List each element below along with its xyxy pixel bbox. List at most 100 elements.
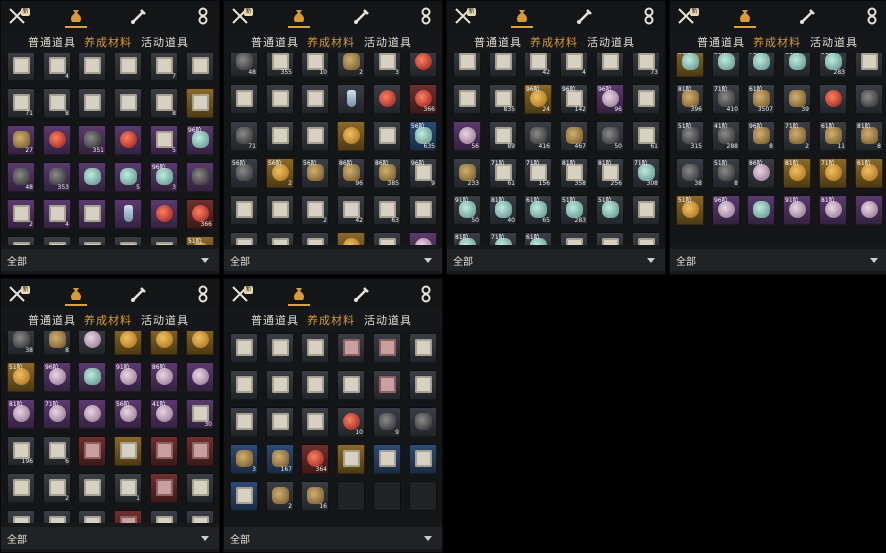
item-slot[interactable]: 10: [301, 53, 329, 77]
item-slot[interactable]: 10: [337, 407, 365, 437]
brush-icon[interactable]: [352, 6, 372, 26]
item-slot[interactable]: [266, 121, 294, 151]
item-slot[interactable]: 366: [409, 84, 437, 114]
item-slot[interactable]: 56阶 2: [266, 158, 294, 188]
item-slot[interactable]: 4: [43, 199, 71, 229]
item-slot[interactable]: 4: [560, 53, 588, 77]
item-slot[interactable]: 91阶 50: [453, 195, 481, 225]
brush-icon[interactable]: [798, 6, 818, 26]
item-slot[interactable]: [855, 53, 883, 77]
item-slot[interactable]: 48: [7, 162, 35, 192]
item-slot[interactable]: [78, 510, 106, 523]
item-slot[interactable]: 364: [301, 444, 329, 474]
item-slot[interactable]: [78, 436, 106, 466]
item-slot[interactable]: 71: [230, 121, 258, 151]
item-slot[interactable]: 467: [560, 121, 588, 151]
item-slot[interactable]: [373, 370, 401, 400]
pouch-icon[interactable]: [735, 6, 755, 26]
subtab-1[interactable]: 养成材料: [84, 34, 132, 50]
item-slot[interactable]: [301, 333, 329, 363]
chain-icon[interactable]: [416, 6, 436, 26]
item-slot[interactable]: [337, 121, 365, 151]
subtab-0[interactable]: 普通道具: [28, 312, 76, 328]
item-slot[interactable]: [489, 53, 517, 77]
item-slot[interactable]: [373, 121, 401, 151]
subtab-2[interactable]: 活动道具: [587, 34, 635, 50]
crossed-swords-icon[interactable]: 新: [7, 284, 30, 304]
item-slot[interactable]: [596, 53, 624, 77]
item-slot[interactable]: [78, 236, 106, 245]
item-slot[interactable]: 61: [632, 121, 660, 151]
item-slot[interactable]: [747, 195, 775, 225]
item-slot[interactable]: 86阶: [747, 158, 775, 188]
item-slot[interactable]: 5: [114, 162, 142, 192]
item-slot[interactable]: 2: [337, 53, 365, 77]
item-slot[interactable]: [150, 436, 178, 466]
item-slot[interactable]: [230, 407, 258, 437]
item-slot[interactable]: 30: [186, 399, 214, 429]
item-slot[interactable]: 39: [783, 84, 811, 114]
item-slot[interactable]: 233: [453, 158, 481, 188]
item-slot[interactable]: [409, 333, 437, 363]
item-slot[interactable]: 51阶: [596, 195, 624, 225]
item-slot[interactable]: 61阶 11: [819, 121, 847, 151]
item-slot[interactable]: [301, 370, 329, 400]
item-slot[interactable]: [373, 333, 401, 363]
subtab-2[interactable]: 活动道具: [810, 34, 858, 50]
crossed-swords-icon[interactable]: 新: [676, 6, 699, 26]
item-slot[interactable]: [186, 53, 214, 81]
item-slot[interactable]: 355: [266, 53, 294, 77]
subtab-2[interactable]: 活动道具: [364, 34, 412, 50]
filter-dropdown[interactable]: 全部: [224, 249, 442, 271]
item-slot[interactable]: [78, 362, 106, 392]
item-slot[interactable]: 56阶 635: [409, 121, 437, 151]
item-slot[interactable]: 96阶 96: [596, 84, 624, 114]
item-slot[interactable]: 71阶: [43, 399, 71, 429]
brush-icon[interactable]: [575, 6, 595, 26]
item-slot[interactable]: [301, 121, 329, 151]
item-slot[interactable]: 196: [7, 436, 35, 466]
item-slot[interactable]: [78, 331, 106, 355]
item-slot[interactable]: 2: [43, 473, 71, 503]
item-slot[interactable]: [855, 84, 883, 114]
item-slot[interactable]: 51阶: [676, 195, 704, 225]
item-slot[interactable]: [150, 199, 178, 229]
item-slot[interactable]: 61阶: [783, 53, 811, 77]
item-slot[interactable]: 51阶 8: [712, 158, 740, 188]
item-slot[interactable]: [230, 195, 258, 225]
item-slot[interactable]: [409, 444, 437, 474]
item-slot[interactable]: 96阶 8: [747, 121, 775, 151]
item-slot[interactable]: 27: [7, 125, 35, 155]
item-slot[interactable]: [453, 53, 481, 77]
item-slot[interactable]: 7: [150, 53, 178, 81]
item-slot[interactable]: [150, 473, 178, 503]
subtab-2[interactable]: 活动道具: [141, 34, 189, 50]
item-slot[interactable]: 61阶 3507: [747, 84, 775, 114]
chain-icon[interactable]: [193, 284, 213, 304]
item-slot[interactable]: [632, 232, 660, 245]
item-slot[interactable]: 71阶: [819, 158, 847, 188]
item-slot[interactable]: 96阶 24: [524, 84, 552, 114]
item-slot[interactable]: 81阶 256: [596, 158, 624, 188]
item-slot[interactable]: 353: [43, 162, 71, 192]
item-slot[interactable]: 91阶: [783, 195, 811, 225]
item-slot[interactable]: [373, 84, 401, 114]
item-slot[interactable]: [114, 236, 142, 245]
item-slot[interactable]: 96阶 9: [409, 158, 437, 188]
item-slot[interactable]: 81阶: [453, 232, 481, 245]
item-slot[interactable]: 56阶: [114, 399, 142, 429]
item-slot[interactable]: 71阶 410: [712, 84, 740, 114]
item-slot[interactable]: 51阶 315: [676, 121, 704, 151]
item-slot[interactable]: [337, 333, 365, 363]
item-slot[interactable]: 41阶 288: [712, 121, 740, 151]
item-slot[interactable]: [409, 195, 437, 225]
item-slot[interactable]: [150, 510, 178, 523]
subtab-0[interactable]: 普通道具: [251, 34, 299, 50]
item-slot[interactable]: [819, 84, 847, 114]
item-slot[interactable]: 56阶: [230, 158, 258, 188]
item-slot[interactable]: [230, 84, 258, 114]
item-slot[interactable]: [114, 436, 142, 466]
filter-dropdown[interactable]: 全部: [447, 249, 665, 271]
item-slot[interactable]: 81阶: [819, 195, 847, 225]
item-slot[interactable]: 41阶: [150, 399, 178, 429]
